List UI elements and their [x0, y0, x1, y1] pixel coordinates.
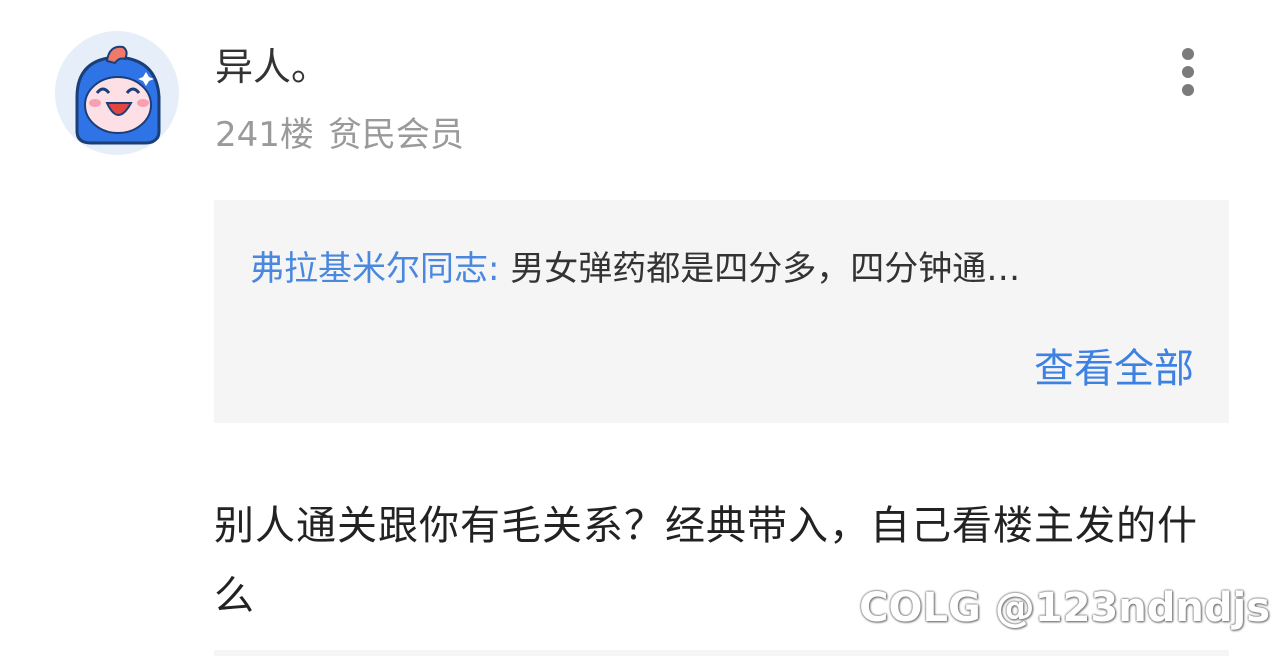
quote-author[interactable]: 弗拉基米尔同志:	[250, 249, 499, 289]
quoted-reply-line: 弗拉基米尔同志: 男女弹药都是四分多，四分钟通…	[250, 246, 1200, 292]
post-meta: 241楼 贫民会员	[215, 113, 464, 157]
view-all-link[interactable]: 查看全部	[1034, 345, 1194, 393]
member-level: 贫民会员	[327, 115, 464, 155]
more-options-button[interactable]	[1168, 44, 1208, 100]
floor-number: 241楼	[215, 115, 314, 155]
watermark: COLG @123ndndjs	[859, 585, 1270, 631]
quote-text: 男女弹药都是四分多，四分钟通…	[499, 249, 1021, 289]
next-quote-box-edge	[214, 650, 1229, 656]
quoted-reply-box[interactable]: 弗拉基米尔同志: 男女弹药都是四分多，四分钟通… 查看全部	[214, 200, 1229, 423]
avatar-face-icon	[75, 45, 161, 145]
username[interactable]: 异人。	[215, 44, 329, 90]
user-avatar[interactable]	[55, 31, 179, 155]
